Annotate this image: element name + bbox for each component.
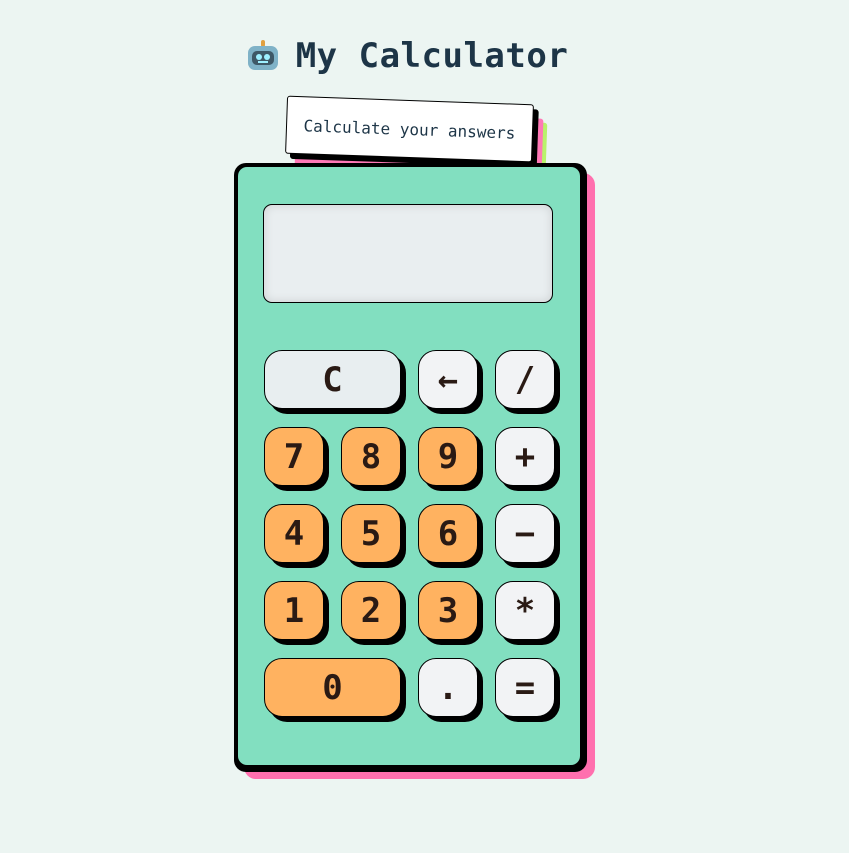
digit-4-button[interactable]: 4	[264, 504, 324, 563]
digit-7-button[interactable]: 7	[264, 427, 324, 486]
digit-2-button[interactable]: 2	[341, 581, 401, 640]
digit-6-button[interactable]: 6	[418, 504, 478, 563]
page-title-text: My Calculator	[295, 36, 569, 76]
calculator-display	[263, 204, 553, 303]
add-button[interactable]: +	[495, 427, 555, 486]
backspace-button[interactable]: ←	[418, 350, 478, 409]
digit-9-button[interactable]: 9	[418, 427, 478, 486]
subtitle-tag: Calculate your answers	[285, 95, 548, 181]
page-title: My Calculator	[0, 36, 816, 76]
clear-button[interactable]: C	[264, 350, 401, 409]
divide-button[interactable]: /	[495, 350, 555, 409]
subtract-button[interactable]: −	[495, 504, 555, 563]
digit-1-button[interactable]: 1	[264, 581, 324, 640]
digit-3-button[interactable]: 3	[418, 581, 478, 640]
robot-icon	[247, 40, 278, 70]
digit-0-button[interactable]: 0	[264, 658, 401, 717]
decimal-button[interactable]: .	[418, 658, 478, 717]
multiply-button[interactable]: *	[495, 581, 555, 640]
digit-8-button[interactable]: 8	[341, 427, 401, 486]
equals-button[interactable]: =	[495, 658, 555, 717]
digit-5-button[interactable]: 5	[341, 504, 401, 563]
subtitle-tag-label: Calculate your answers	[285, 95, 534, 163]
